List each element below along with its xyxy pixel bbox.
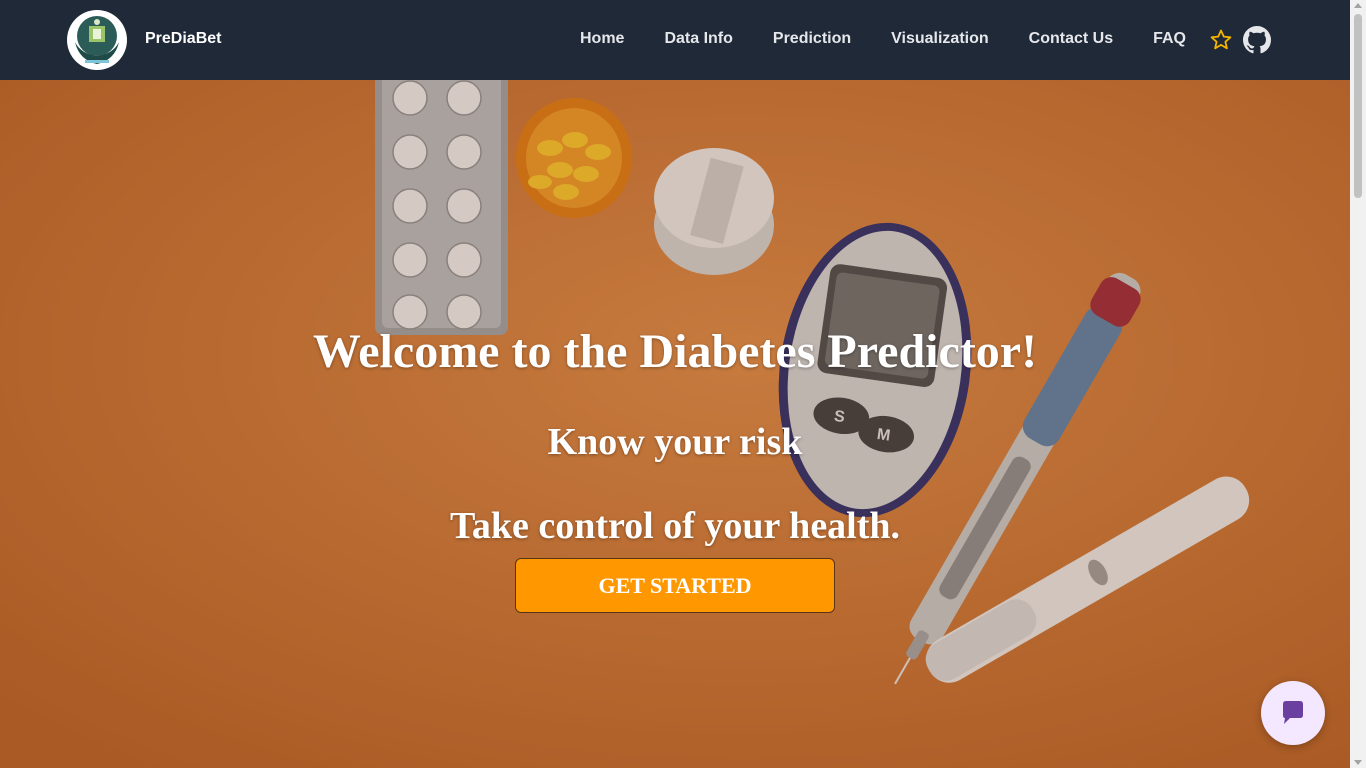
brand-name[interactable]: PreDiaBet: [145, 30, 221, 48]
hero-title: Welcome to the Diabetes Predictor!: [312, 325, 1038, 378]
page-scrollbar[interactable]: [1350, 0, 1366, 768]
nav-visualization[interactable]: Visualization: [891, 30, 989, 48]
chat-button[interactable]: [1261, 681, 1325, 745]
get-started-button[interactable]: GET STARTED: [515, 558, 835, 613]
scroll-up-icon[interactable]: [1354, 3, 1362, 8]
github-icon[interactable]: [1243, 26, 1271, 54]
scroll-down-icon[interactable]: [1354, 760, 1362, 765]
nav-data-info[interactable]: Data Info: [664, 30, 732, 48]
brand-logo[interactable]: [67, 10, 127, 70]
nav-contact-us[interactable]: Contact Us: [1029, 30, 1113, 48]
nav-menu: Home Data Info Prediction Visualization …: [580, 30, 1226, 48]
chat-icon: [1283, 701, 1303, 724]
scroll-thumb[interactable]: [1354, 14, 1362, 198]
hero-section: S M Welcome to the Diabetes Predictor! K…: [0, 80, 1350, 768]
nav-prediction[interactable]: Prediction: [773, 30, 851, 48]
hero-subtitle-health: Take control of your health.: [449, 505, 901, 547]
health-hands-logo-icon: [68, 11, 126, 69]
star-icon[interactable]: [1209, 28, 1233, 52]
hero-subtitle-risk: Know your risk: [547, 421, 803, 463]
nav-faq[interactable]: FAQ: [1153, 30, 1186, 48]
top-navbar: PreDiaBet Home Data Info Prediction Visu…: [0, 0, 1350, 80]
nav-home[interactable]: Home: [580, 30, 624, 48]
